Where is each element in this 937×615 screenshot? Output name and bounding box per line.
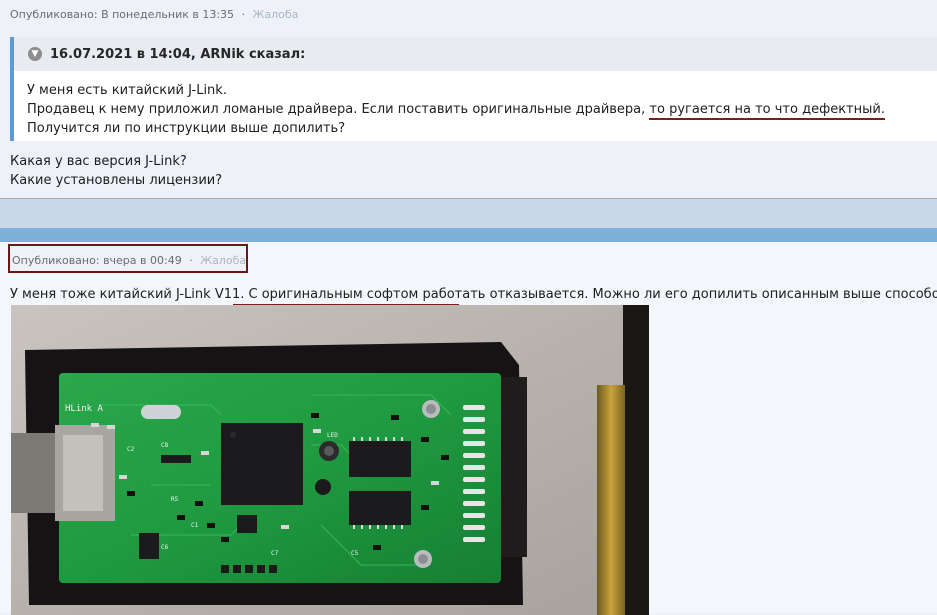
post-header-bar xyxy=(0,228,937,242)
published-label: Опубликовано: xyxy=(12,254,100,267)
meta-separator: · xyxy=(241,8,246,21)
quote-body: У меня есть китайский J-Link. Продавец к… xyxy=(14,71,937,138)
quote-line: Продавец к нему приложил ломаные драйвер… xyxy=(27,100,937,120)
quote-block: ▼ 16.07.2021 в 14:04, ARNik сказал: У ме… xyxy=(10,37,937,141)
quote-author: 16.07.2021 в 14:04, ARNik сказал: xyxy=(50,46,306,62)
svg-text:C2: C2 xyxy=(127,446,135,453)
meta-separator: · xyxy=(189,254,193,267)
quote-text: Продавец к нему приложил ломаные драйвер… xyxy=(27,102,650,117)
published-time[interactable]: вчера в 00:49 xyxy=(103,254,182,267)
published-label: Опубликовано: xyxy=(10,8,98,21)
svg-text:C7: C7 xyxy=(271,550,279,557)
svg-text:LED: LED xyxy=(327,432,338,439)
report-link[interactable]: Жалоба xyxy=(200,254,246,267)
svg-text:C8: C8 xyxy=(161,442,169,449)
svg-text:C5: C5 xyxy=(351,550,359,557)
svg-text:C6: C6 xyxy=(161,544,169,551)
post-content: Какая у вас версия J-Link? Какие установ… xyxy=(10,152,222,190)
post-meta: Опубликовано: В понедельник в 13:35 · Жа… xyxy=(10,8,298,21)
post-2: Опубликовано: вчера в 00:49 · Жалоба У м… xyxy=(0,242,937,615)
post-meta: Опубликовано: вчера в 00:49 · Жалоба xyxy=(12,254,246,267)
chevron-down-icon[interactable]: ▼ xyxy=(28,47,42,61)
pcb-photo: C2 C8 R5 C1 LED C5 C7 C6 HLink A xyxy=(11,305,649,615)
post-1: Опубликовано: В понедельник в 13:35 · Жа… xyxy=(0,0,937,199)
post-text-line: Какая у вас версия J-Link? xyxy=(10,154,187,169)
quote-line: Получится ли по инструкции выше допилить… xyxy=(27,121,346,136)
svg-text:R5: R5 xyxy=(171,496,179,503)
post-separator xyxy=(0,199,937,228)
pcb-label: HLink A xyxy=(65,404,104,414)
post-text-line: Какие установлены лицензии? xyxy=(10,173,223,188)
post-text: У меня тоже китайский J-Link V11. С ориг… xyxy=(10,287,937,302)
highlight-box: Опубликовано: вчера в 00:49 · Жалоба xyxy=(8,244,248,273)
underlined-text: то ругается на то что дефектный. xyxy=(649,102,885,120)
quote-line: У меня есть китайский J-Link. xyxy=(27,83,227,98)
post-image[interactable]: C2 C8 R5 C1 LED C5 C7 C6 HLink A xyxy=(11,305,649,615)
published-time[interactable]: В понедельник в 13:35 xyxy=(101,8,234,21)
report-link[interactable]: Жалоба xyxy=(253,8,299,21)
quote-header[interactable]: ▼ 16.07.2021 в 14:04, ARNik сказал: xyxy=(14,37,937,71)
svg-text:C1: C1 xyxy=(191,522,199,529)
